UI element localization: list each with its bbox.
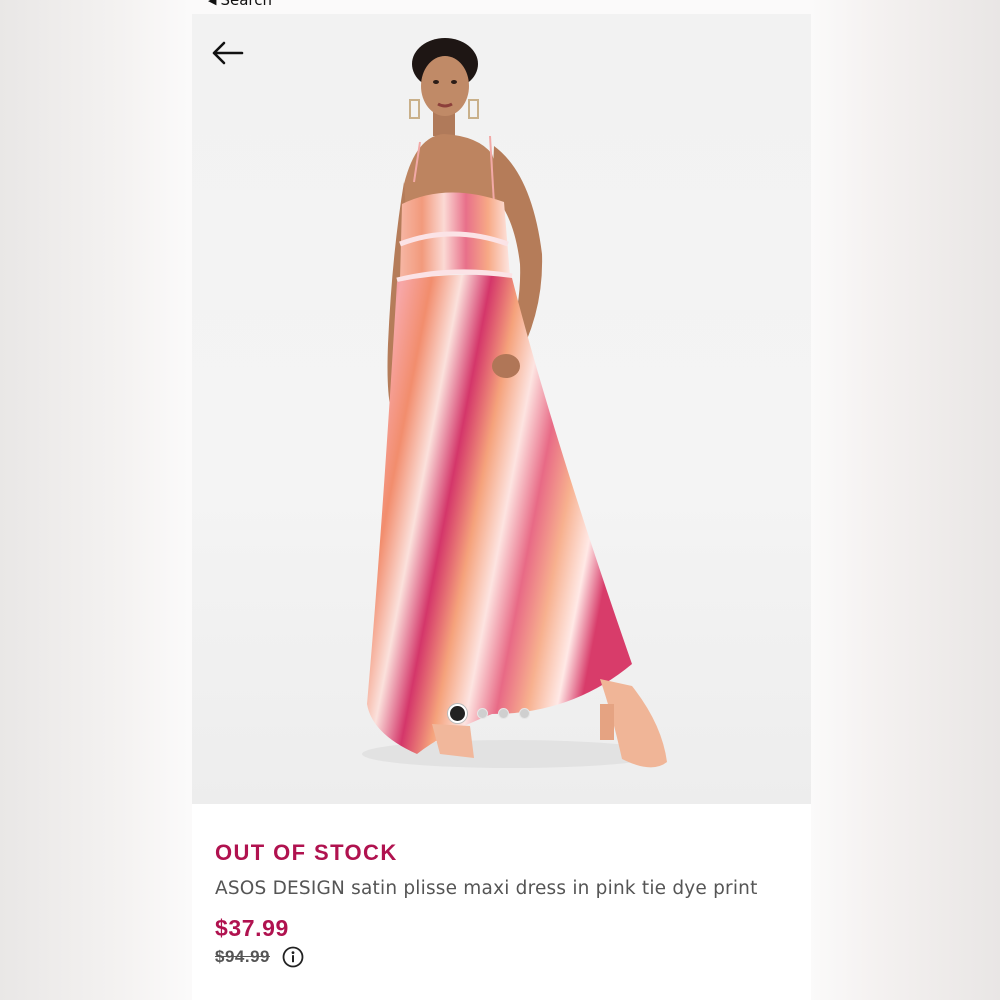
stock-status: OUT OF STOCK	[215, 840, 398, 865]
gallery-dot[interactable]	[477, 708, 488, 719]
product-photo	[362, 38, 667, 768]
status-bar-back-to-search[interactable]: ◀ Search	[208, 0, 272, 9]
back-triangle-icon: ◀	[208, 0, 217, 7]
gallery-dot[interactable]	[519, 708, 530, 719]
product-page: OUT OF STOCK ASOS DESIGN satin plisse ma…	[192, 14, 811, 1000]
gallery-dot[interactable]	[448, 704, 467, 723]
info-circle-icon	[282, 946, 304, 968]
product-info: OUT OF STOCK ASOS DESIGN satin plisse ma…	[215, 840, 795, 968]
arrow-left-icon	[212, 41, 244, 65]
product-image-gallery[interactable]	[192, 14, 811, 804]
current-price: $37.99	[215, 915, 289, 941]
price-info-button[interactable]	[282, 946, 304, 968]
previous-price: $94.99	[215, 947, 270, 966]
status-bar-search-label: Search	[220, 0, 273, 9]
product-title: ASOS DESIGN satin plisse maxi dress in p…	[215, 878, 758, 899]
previous-price-row: $94.99	[215, 946, 795, 968]
gallery-dot[interactable]	[498, 708, 509, 719]
back-arrow-button[interactable]	[210, 38, 246, 68]
gallery-pagination	[448, 704, 530, 723]
